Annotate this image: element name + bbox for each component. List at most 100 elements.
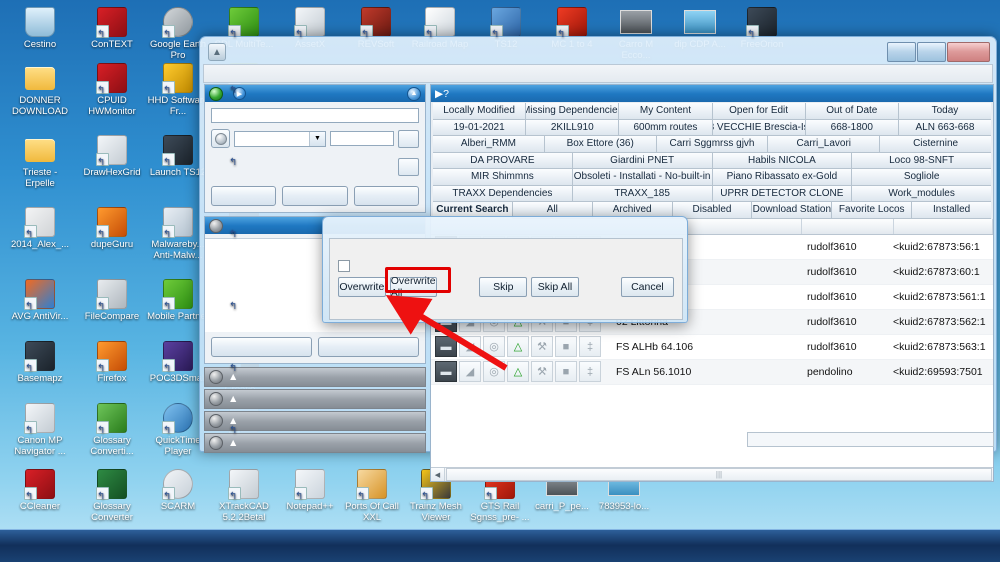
skip-button[interactable]: Skip [479,277,528,297]
use-option-checkbox[interactable] [338,260,350,272]
use-option-checkbox-row[interactable] [338,260,674,272]
desktop-icon-trieste-erpelle[interactable]: Trieste - Erpelle [8,134,72,189]
collapse-chevron-icon[interactable]: ▲ [407,86,421,101]
tab-open-for-edit[interactable]: Open for Edit [712,103,806,120]
assets-help-icon[interactable]: ? [443,88,449,100]
tab-missing-dependencies[interactable]: Missing Dependencies [526,103,620,120]
minimize-button[interactable] [887,42,916,62]
row-icon[interactable]: ■ [555,361,577,382]
row-icon[interactable]: ◢ [459,361,481,382]
desktop-icon-ccleaner[interactable]: CCleaner [8,468,72,513]
search-criteria-toggle[interactable] [211,129,230,148]
tab-668-vecchie-brescia-iseo[interactable]: 668 VECCHIE Brescia-Iseo [712,119,806,136]
desktop-icon-dupeguru[interactable]: dupeGuru [80,206,144,251]
tab-locally-modified[interactable]: Locally Modified [433,103,527,120]
overwrite-button[interactable]: Overwrite [338,277,386,297]
tab-obsoleti-installati-no-built-in[interactable]: Obsoleti - Installati - No-built-in [572,169,713,186]
tab-traxx-dependencies[interactable]: TRAXX Dependencies [433,185,573,202]
tab-habils-nicola[interactable]: Habils NICOLA [712,152,853,169]
desktop-icon-glossary-converti[interactable]: Glossary Converti... [80,402,144,457]
overwrite-all-button[interactable]: Overwrite All [389,275,438,299]
add-criteria-button[interactable] [398,158,419,176]
tab-loco-98-snft[interactable]: Loco 98-SNFT [852,152,991,169]
scroll-left-arrow-icon[interactable]: ◀ [431,468,445,481]
row-icon[interactable]: ⚒ [531,336,553,357]
apply-search-button[interactable] [353,186,419,206]
table-row[interactable]: ▬ ◢ ◎ △ ⚒ ■ ‡ FS ALn 56.1010 pendolino <kuid2:695… [431,359,993,385]
desktop-icon-scarm[interactable]: SCARM [146,468,210,513]
row-icon[interactable]: ‡ [579,336,601,357]
tab-work-modules[interactable]: Work_modules [852,185,991,202]
desktop-icon-cestino[interactable]: Cestino [8,6,72,51]
assets-options-icon[interactable]: ▶ [435,88,443,100]
clear-search-button[interactable] [211,186,277,206]
table-row[interactable]: ▬ ◢ ◎ △ ⚒ ■ ‡ FS ALHb 64.106 rudolf3610 <kuid2:67… [431,335,993,360]
tab-download-station[interactable]: Download Station [752,202,833,219]
search-criteria-select[interactable]: ▼ [234,130,326,147]
desktop-icon-donner-download[interactable]: DONNER DOWNLOAD [8,62,72,117]
row-icon[interactable]: ▬ [435,336,457,357]
desktop-icon-glossary-converter[interactable]: Glossary Converter [80,468,144,523]
tab-box-ettore-36[interactable]: Box Ettore (36) [544,136,657,153]
assets-panel-header[interactable]: ▶ ? [431,85,993,102]
tab-my-content[interactable]: My Content [619,103,713,120]
tab-668-1800[interactable]: 668-1800 [805,119,899,136]
tab-carri-sggmrss-gjvh[interactable]: Carri Sggmrss gjvh [656,136,769,153]
tab-2kill910[interactable]: 2KILL910 [526,119,620,136]
desktop-icon-context[interactable]: ConTEXT [80,6,144,51]
tab-favorite-locos[interactable]: Favorite Locos [832,202,913,219]
row-icon[interactable]: ▬ [435,361,457,382]
window-title-bar[interactable]: ▲ [203,40,993,64]
chevron-down-icon[interactable]: ▼ [309,131,325,146]
desktop-icon-avg-antivir[interactable]: AVG AntiVir... [8,278,72,323]
desktop-icon-firefox[interactable]: Firefox [80,340,144,385]
tab-piano-ribassato-ex-gold[interactable]: Piano Ribassato ex-Gold [712,169,853,186]
row-icon[interactable]: △ [507,361,529,382]
row-icon[interactable]: ◎ [483,336,505,357]
search-panel-header[interactable]: ▶ ▲ [205,85,425,102]
row-icon[interactable]: ■ [555,336,577,357]
tab-cisternine[interactable]: Cisternine [880,136,991,153]
row-icon[interactable]: △ [507,336,529,357]
desktop-icon-cpuid-hwmonitor[interactable]: CPUID HWMonitor [80,62,144,117]
view-in-main-list-button[interactable] [211,337,312,357]
desktop-icon-basemapz[interactable]: Basemapz [8,340,72,385]
skip-all-button[interactable]: Skip All [531,277,579,297]
tab-today[interactable]: Today [898,103,992,120]
row-icon[interactable]: ⚒ [531,361,553,382]
desktop-icon-filecompare[interactable]: FileCompare [80,278,144,323]
maximize-button[interactable] [917,42,946,62]
pick-list-clear-button[interactable] [318,337,419,357]
save-search-button[interactable] [282,186,348,206]
tab-mir-shimmns[interactable]: MIR Shimmns [433,169,573,186]
desktop-icon-2014-alex[interactable]: 2014_Alex_... [8,206,72,251]
tab-installed[interactable]: Installed [912,202,992,219]
cancel-button[interactable]: Cancel [620,277,674,297]
tab-uprr-detector-clone[interactable]: UPRR DETECTOR CLONE [712,185,853,202]
remove-criteria-button[interactable] [398,129,419,148]
column-header-author-id[interactable] [802,218,894,234]
desktop-icon-drawhexgrid[interactable]: DrawHexGrid [80,134,144,179]
horizontal-scrollbar[interactable]: ◀ ||| [431,467,993,481]
tab-19-01-2021[interactable]: 19-01-2021 [433,119,527,136]
tab-traxx-185[interactable]: TRAXX_185 [572,185,713,202]
tab-sogliole[interactable]: Sogliole [852,169,991,186]
tab-giardini-pnet[interactable]: Giardini PNET [572,152,713,169]
expand-chevron-icon[interactable]: ▲ [228,393,238,405]
search-keyword-input[interactable] [330,131,394,146]
accordion-asset-details[interactable]: ▲ [204,389,426,409]
scrollbar-thumb[interactable]: ||| [446,468,992,481]
tab-da-provare[interactable]: DA PROVARE [433,152,573,169]
tab-600mm-routes[interactable]: 600mm routes [619,119,713,136]
tab-out-of-date[interactable]: Out of Date [805,103,899,120]
tab-aln-663-668[interactable]: ALN 663-668 [898,119,992,136]
tab-alberi-rmm[interactable]: Alberi_RMM [433,136,545,153]
desktop-icon-canon-mp-navigator[interactable]: Canon MP Navigator ... [8,402,72,457]
row-icon[interactable]: ‡ [579,361,601,382]
row-icon[interactable]: ◢ [459,336,481,357]
search-query-input[interactable] [211,108,419,123]
tab-carri-lavori[interactable]: Carri_Lavori [768,136,881,153]
close-button[interactable] [947,42,990,62]
row-icon[interactable]: ◎ [483,361,505,382]
column-header-asset-kuid[interactable] [894,218,993,234]
